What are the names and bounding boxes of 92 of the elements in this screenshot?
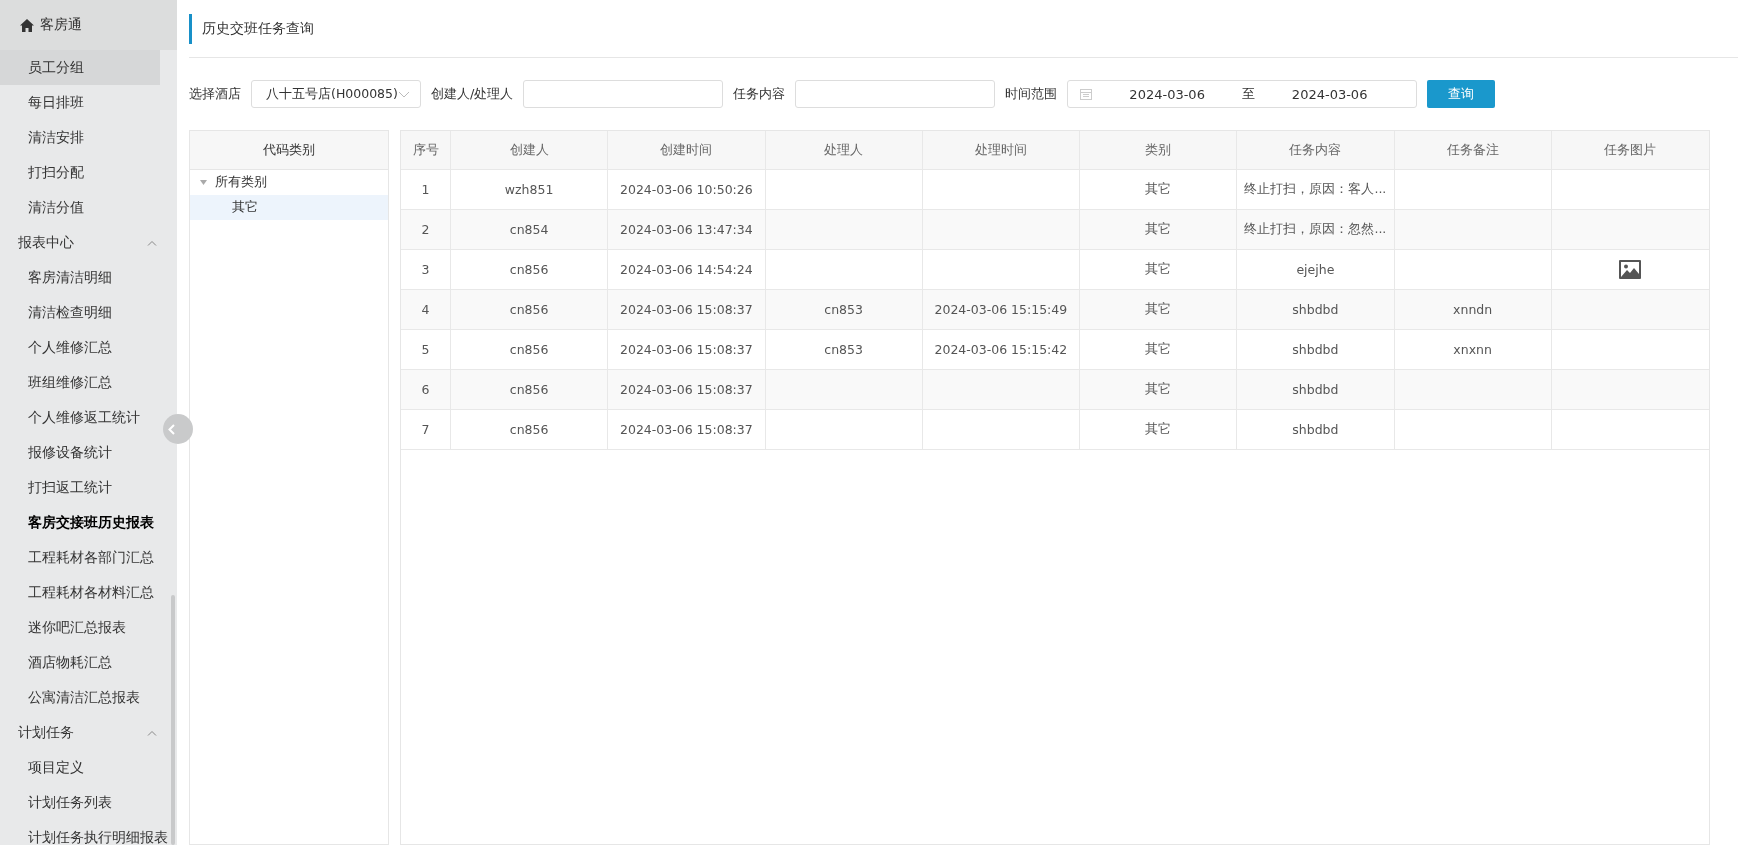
menu-item[interactable]: 项目定义	[0, 750, 160, 785]
table-cell: 2024-03-06 15:15:49	[922, 290, 1080, 329]
chevron-down-icon	[398, 90, 410, 98]
tree-node[interactable]: 其它	[190, 195, 388, 220]
field-label: 创建人/处理人	[431, 85, 514, 103]
column-header: 创建人	[451, 131, 609, 169]
table-cell: cn856	[451, 370, 609, 409]
table-cell: cn854	[451, 210, 609, 249]
page-title: 历史交班任务查询	[189, 13, 314, 44]
table-cell: cn853	[765, 330, 923, 369]
menu-item[interactable]: 迷你吧汇总报表	[0, 610, 160, 645]
menu-item[interactable]: 客房清洁明细	[0, 260, 160, 295]
table-cell: 2024-03-06 15:08:37	[608, 370, 766, 409]
table-cell: 6	[401, 370, 451, 409]
column-header: 处理时间	[922, 131, 1080, 169]
menu-item[interactable]: 打扫分配	[0, 155, 160, 190]
content-input[interactable]	[795, 80, 996, 108]
field-label: 选择酒店	[189, 85, 241, 103]
menu-section[interactable]: 计划任务	[0, 715, 177, 750]
table-cell: 4	[401, 290, 451, 329]
table-cell: cn856	[451, 410, 609, 449]
table-cell: 2	[401, 210, 451, 249]
menu-item[interactable]: 客房交接班历史报表	[0, 505, 160, 540]
person-input[interactable]	[523, 80, 724, 108]
menu-item[interactable]: 清洁检查明细	[0, 295, 160, 330]
home-icon	[20, 18, 34, 32]
table-cell: 2024-03-06 15:08:37	[608, 330, 766, 369]
table-cell: 其它	[1080, 290, 1238, 329]
column-header: 处理人	[765, 131, 923, 169]
field-label: 时间范围	[1005, 85, 1058, 103]
menu-item[interactable]: 个人维修汇总	[0, 330, 160, 365]
menu-item[interactable]: 酒店物耗汇总	[0, 645, 160, 680]
table-cell: 终止打扫，原因：忽然...	[1237, 210, 1395, 249]
menu-item[interactable]: 计划任务列表	[0, 785, 160, 820]
menu-item[interactable]: 工程耗材各材料汇总	[0, 575, 160, 610]
table-cell: cn853	[765, 290, 923, 329]
table-cell: 2024-03-06 15:08:37	[608, 290, 766, 329]
date-range-field[interactable]: 2024-03-06 至 2024-03-06	[1067, 80, 1418, 108]
hotel-select[interactable]: 八十五号店(H000085)	[251, 80, 421, 108]
table-cell: cn856	[451, 330, 609, 369]
table-cell: wzh851	[451, 170, 609, 209]
menu-item[interactable]: 个人维修返工统计	[0, 400, 160, 435]
table-cell: xnndn	[1394, 290, 1552, 329]
column-header: 任务图片	[1603, 140, 1658, 159]
menu-item[interactable]: 打扫返工统计	[0, 470, 160, 505]
menu-item[interactable]: 计划任务执行明细报表	[0, 820, 172, 845]
column-header: 任务备注	[1394, 131, 1552, 169]
chevron-left-icon	[167, 423, 175, 435]
table-cell: 3	[401, 250, 451, 289]
table-cell: cn856	[451, 250, 609, 289]
table-cell: 2024-03-06 13:47:34	[608, 210, 766, 249]
table-cell: 其它	[1080, 210, 1238, 249]
menu-item[interactable]: 班组维修汇总	[0, 365, 160, 400]
table-cell: shbdbd	[1237, 410, 1395, 449]
table-cell: 2024-03-06 15:15:42	[922, 330, 1080, 369]
field-label: 任务内容	[733, 85, 786, 103]
menu-item[interactable]: 员工分组	[0, 50, 160, 85]
table-cell: 5	[401, 330, 451, 369]
table-cell: 2024-03-06 15:08:37	[608, 410, 766, 449]
column-header: 类别	[1080, 131, 1238, 169]
table-cell: 其它	[1080, 410, 1238, 449]
table-cell: shbdbd	[1237, 290, 1395, 329]
menu-section[interactable]: 报表中心	[0, 225, 177, 260]
table-cell: 其它	[1080, 250, 1238, 289]
table-cell: 1	[401, 170, 451, 209]
table-cell: 2024-03-06 10:50:26	[608, 170, 766, 209]
table-cell: shbdbd	[1237, 370, 1395, 409]
panel-header: 代码类别	[190, 131, 388, 170]
table-cell: xnxnn	[1394, 330, 1552, 369]
menu-item[interactable]: 公寓清洁汇总报表	[0, 680, 160, 715]
column-header: 序号	[401, 131, 451, 169]
table-cell: 终止打扫，原因：客人...	[1237, 170, 1395, 209]
column-header: 任务内容	[1237, 131, 1395, 169]
table-cell: ejejhe	[1237, 250, 1395, 289]
table-cell: 其它	[1080, 170, 1238, 209]
app-title: 客房通	[40, 16, 82, 34]
menu-item[interactable]: 工程耗材各部门汇总	[0, 540, 160, 575]
menu-item[interactable]: 清洁安排	[0, 120, 160, 155]
calendar-icon	[1080, 88, 1093, 100]
table-cell: 其它	[1080, 330, 1238, 369]
table-cell: 2024-03-06 14:54:24	[608, 250, 766, 289]
scrollbar[interactable]	[171, 595, 175, 845]
table-cell: 7	[401, 410, 451, 449]
menu-item[interactable]: 清洁分值	[0, 190, 160, 225]
menu-item[interactable]: 报修设备统计	[0, 435, 160, 470]
table-cell: 其它	[1080, 370, 1238, 409]
table-cell: cn856	[451, 290, 609, 329]
image-icon[interactable]	[1619, 260, 1642, 279]
menu-item[interactable]: 每日排班	[0, 85, 160, 120]
table-cell: shbdbd	[1237, 330, 1395, 369]
column-header: 创建时间	[608, 131, 766, 169]
tree-node[interactable]: 所有类别	[190, 170, 388, 195]
